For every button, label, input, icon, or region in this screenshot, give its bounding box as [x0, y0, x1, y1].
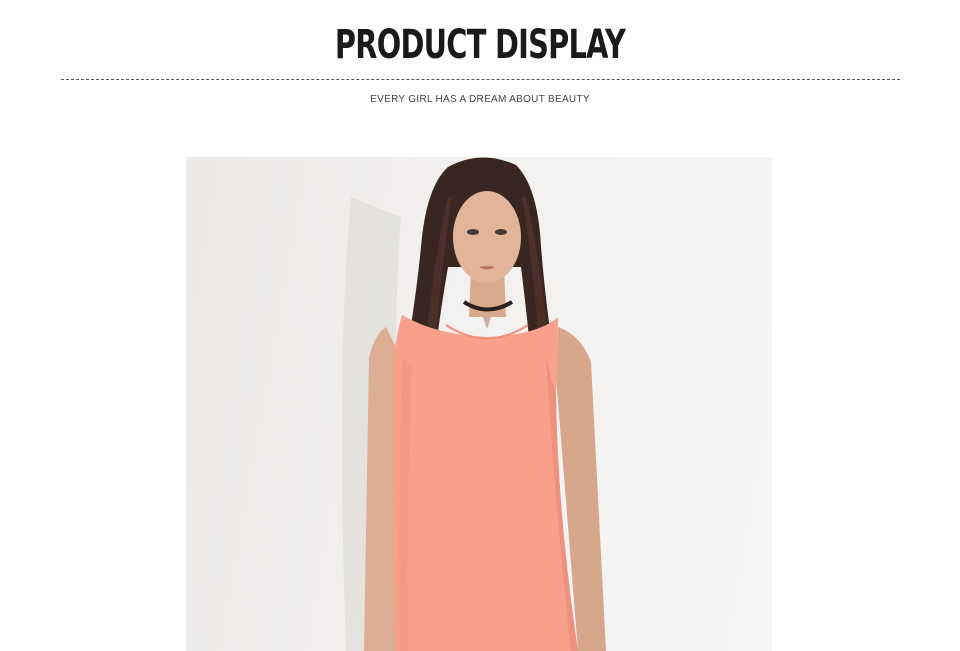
left-eye	[467, 229, 479, 235]
product-photo[interactable]	[186, 157, 772, 651]
dashed-divider	[61, 79, 900, 80]
choker-pendant	[483, 317, 491, 329]
section-subtitle: EVERY GIRL HAS A DREAM ABOUT BEAUTY	[370, 94, 590, 105]
coral-dress	[392, 315, 578, 651]
section-title: PRODUCT DISPLAY	[334, 22, 626, 68]
right-eye	[495, 229, 507, 235]
product-display-section: PRODUCT DISPLAY EVERY GIRL HAS A DREAM A…	[0, 0, 960, 651]
model-illustration	[342, 157, 606, 651]
